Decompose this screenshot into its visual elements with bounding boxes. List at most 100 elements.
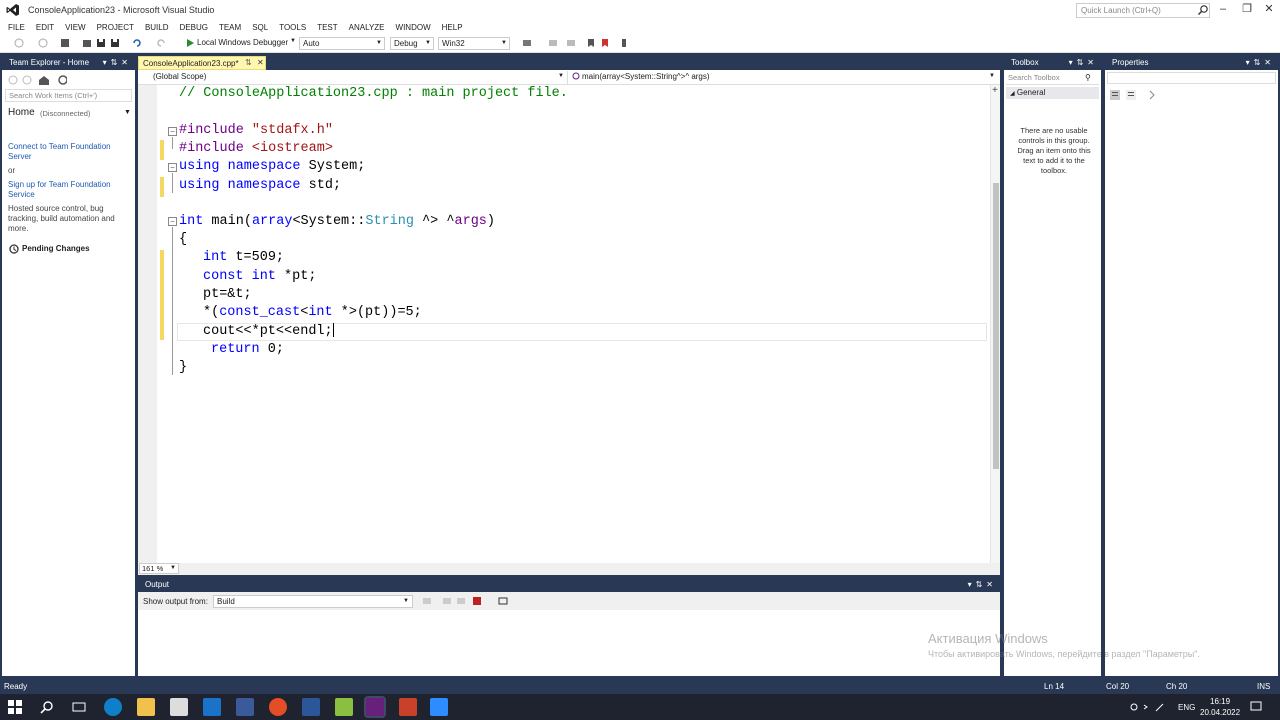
zoom-icon[interactable] (430, 698, 448, 716)
member-select[interactable]: main(array<System::String^>^ args) ▼ (582, 71, 998, 84)
pane-pin-close-icons[interactable]: ▾⇅✕ (968, 578, 997, 592)
forward-icon[interactable] (38, 38, 48, 48)
powerpoint-icon[interactable] (399, 698, 417, 716)
find-in-files-icon[interactable] (522, 38, 532, 48)
search-icon[interactable] (40, 700, 54, 714)
new-project-icon[interactable] (60, 38, 70, 48)
pane-pin-close-icons[interactable]: ▾⇅✕ (1246, 56, 1275, 70)
pending-changes-link[interactable]: Pending Changes (22, 244, 90, 253)
search-icon (1197, 4, 1209, 16)
clock-date[interactable]: 20.04.2022 (1200, 708, 1240, 717)
code-line-15: return 0; (211, 342, 284, 357)
toolbox-empty-message[interactable]: There are no usable controls in this gro… (1012, 126, 1096, 176)
output-nav-icons[interactable] (423, 596, 483, 606)
signup-tfs-link[interactable]: Sign up for Team Foundation Service (8, 180, 128, 200)
notifications-icon[interactable] (1250, 701, 1262, 713)
menu-build[interactable]: BUILD (141, 23, 176, 32)
menu-analyze[interactable]: ANALYZE (345, 23, 392, 32)
store-icon[interactable] (170, 698, 188, 716)
build-config-select[interactable]: Debug ▼ (390, 37, 434, 50)
restore-button[interactable]: ❐ (1236, 2, 1258, 18)
code-line-3: #include "stdafx.h" (179, 123, 333, 138)
properties-title: Properties (1112, 58, 1149, 67)
code-line-13: *(const_cast<int *>(pt))=5; (203, 305, 422, 320)
close-button[interactable]: ✕ (1258, 2, 1280, 18)
save-icon[interactable] (96, 38, 106, 48)
menu-test[interactable]: TEST (313, 23, 344, 32)
app-icon[interactable] (335, 698, 353, 716)
menu-file[interactable]: FILE (4, 23, 32, 32)
menu-tools[interactable]: TOOLS (275, 23, 313, 32)
scrollbar-thumb[interactable] (993, 183, 999, 469)
debugger-target[interactable]: Local Windows Debugger (197, 38, 288, 47)
code-line-12: pt=&t; (203, 287, 252, 302)
redo-icon[interactable] (156, 38, 166, 48)
menu-project[interactable]: PROJECT (93, 23, 141, 32)
menu-view[interactable]: VIEW (61, 23, 92, 32)
platform-select[interactable]: Win32 ▼ (438, 37, 510, 50)
chevron-down-icon[interactable]: ▼ (290, 38, 296, 44)
windows-start-icon[interactable] (8, 700, 22, 714)
outline-collapse-icon[interactable]: − (168, 217, 177, 226)
open-file-icon[interactable] (82, 38, 92, 48)
word-wrap-icon[interactable] (498, 596, 508, 606)
chrome-icon[interactable] (269, 698, 287, 716)
pane-pin-close-icons[interactable]: ▾⇅✕ (103, 56, 132, 70)
breakpoint-icon[interactable] (620, 38, 630, 48)
search-work-items-input[interactable]: Search Work Items (Ctrl+') (5, 89, 132, 102)
tray-icons[interactable] (1130, 701, 1170, 713)
output-source-select[interactable]: Build ▼ (213, 595, 413, 608)
toolbox-group-general[interactable]: ◢ General (1006, 87, 1099, 99)
scope-select[interactable]: (Global Scope) ▼ (150, 71, 568, 84)
outline-collapse-icon[interactable]: − (168, 127, 177, 136)
edge-icon[interactable] (104, 698, 122, 716)
outline-collapse-icon[interactable]: − (168, 163, 177, 172)
home-dropdown-icon[interactable]: ▼ (124, 109, 131, 116)
connect-tfs-link[interactable]: Connect to Team Foundation Server (8, 142, 128, 162)
file-explorer-icon[interactable] (137, 698, 155, 716)
editor-tab-active[interactable]: ConsoleApplication23.cpp* ⇅ ✕ (138, 56, 266, 70)
menu-help[interactable]: HELP (438, 23, 470, 32)
start-debugging-icon[interactable] (185, 38, 195, 48)
team-explorer-nav-icons[interactable] (7, 74, 68, 86)
app-icon[interactable] (236, 698, 254, 716)
hosted-description: Hosted source control, bug tracking, bui… (8, 204, 115, 233)
save-all-icon[interactable] (110, 38, 120, 48)
back-icon[interactable] (14, 38, 24, 48)
zoom-select[interactable]: 161 % ▼ (139, 563, 179, 574)
solution-config-auto-select[interactable]: Auto ▼ (299, 37, 385, 50)
close-tab-icon[interactable]: ✕ (257, 58, 264, 67)
menu-window[interactable]: WINDOW (392, 23, 438, 32)
show-output-label: Show output from: (143, 597, 208, 606)
properties-toolbar-icons[interactable] (1110, 89, 1170, 101)
output-content[interactable] (138, 610, 1000, 676)
clock-time[interactable]: 16:19 (1210, 697, 1230, 706)
quick-launch-input[interactable]: Quick Launch (Ctrl+Q) (1076, 3, 1210, 18)
vertical-scrollbar[interactable]: + (990, 85, 1000, 563)
menu-edit[interactable]: EDIT (32, 23, 61, 32)
split-editor-icon[interactable]: + (992, 85, 998, 96)
word-icon[interactable] (302, 698, 320, 716)
clear-bookmarks-icon[interactable] (600, 38, 610, 48)
windows-taskbar: ENG 16:19 20.04.2022 (0, 694, 1280, 720)
bookmark-icon[interactable] (586, 38, 596, 48)
team-explorer-home[interactable]: Home (8, 107, 35, 118)
output-header: Output ▾⇅✕ (138, 578, 1000, 592)
task-view-icon[interactable] (72, 700, 86, 714)
menu-debug[interactable]: DEBUG (176, 23, 215, 32)
menu-sql[interactable]: SQL (248, 23, 275, 32)
menu-team[interactable]: TEAM (215, 23, 248, 32)
mail-icon[interactable] (203, 698, 221, 716)
pin-tab-icon[interactable]: ⇅ (245, 58, 252, 67)
language-indicator[interactable]: ENG (1178, 703, 1195, 712)
output-toolbar: Show output from: Build ▼ (138, 592, 1000, 610)
status-column: Col 20 (1106, 682, 1130, 691)
visual-studio-icon[interactable] (364, 696, 386, 718)
undo-icon[interactable] (132, 38, 142, 48)
properties-object-select[interactable] (1107, 72, 1276, 84)
pane-pin-close-icons[interactable]: ▾⇅✕ (1069, 56, 1098, 70)
uncomment-icon[interactable] (566, 38, 576, 48)
minimize-button[interactable]: – (1212, 2, 1234, 18)
comment-icon[interactable] (548, 38, 558, 48)
editor-bottom-bar: 161 % ▼ (138, 563, 1000, 575)
